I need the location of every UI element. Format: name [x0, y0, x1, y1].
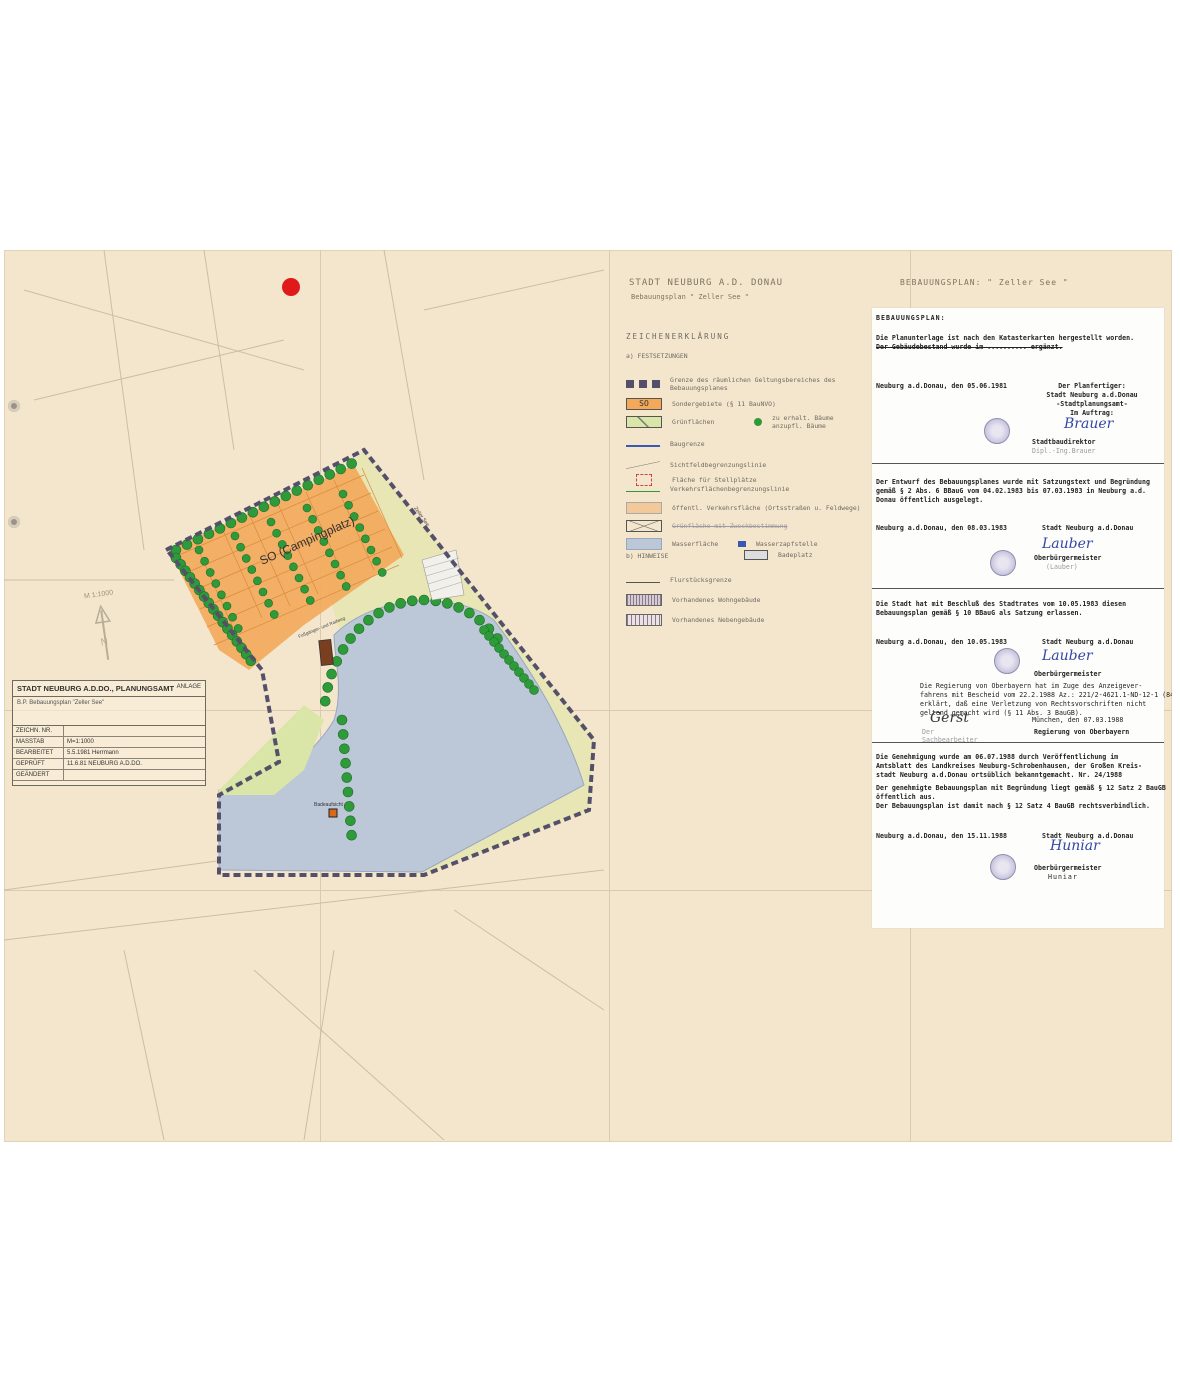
cert-s1-office: -Stadtplanungsamt-: [1056, 400, 1128, 408]
cert-s2-line: Der Entwurf des Bebauungsplanes wurde mi…: [876, 478, 1150, 486]
cert-s2-line: gemäß § 2 Abs. 6 BBauG vom 04.02.1983 bi…: [876, 487, 1146, 495]
legend-item-so: Sondergebiete (§ 11 BauNVO): [672, 400, 776, 408]
title-block-row: GEPRÜFT 11.6.81 NEUBURG A.D.DO.: [13, 759, 205, 770]
legend-item-road: öffentl. Verkehrsfläche (Ortsstraßen u. …: [672, 504, 861, 512]
cert-s4-place: München, den 07.03.1988: [1032, 716, 1124, 724]
north-arrow: M 1:1000 N: [84, 589, 114, 660]
title-block-row: MASSTAB M=1:1000: [13, 737, 205, 748]
title-block-subject: B.P. Bebauungsplan "Zeller See": [13, 697, 205, 726]
scale-note: M 1:1000: [84, 589, 114, 600]
cert-s3-city: Stadt Neuburg a.d.Donau: [1042, 638, 1134, 646]
cert-s5-name: Huniar: [1048, 873, 1078, 881]
cert-s5-line: Der genehmigte Bebauungsplan mit Begründ…: [876, 784, 1166, 792]
legend-trees-plant: anzupfl. Bäume: [772, 422, 826, 430]
legend-item-boundary: Grenze des räumlichen Geltungsbereiches …: [670, 376, 836, 392]
plan-sheet: SO (Campingplatz) Zeller See Fußgänger- …: [4, 250, 1172, 1142]
cert-s1-name: Dipl.-Ing.Brauer: [1032, 447, 1096, 455]
official-seal: [990, 550, 1016, 576]
title-block-value: 5.5.1981 Herrmann: [67, 750, 119, 756]
signature: Lauber: [1042, 536, 1093, 552]
official-seal: [984, 418, 1010, 444]
title-block-key: BEARBEITET: [13, 748, 64, 758]
signature: Gerst: [930, 710, 969, 726]
cert-s4-line: Die Regierung von Oberbayern hat im Zuge…: [920, 682, 1143, 690]
cert-s1-city: Stadt Neuburg a.d.Donau: [1046, 391, 1138, 399]
legend-trees-keep: zu erhalt. Bäume: [772, 414, 834, 422]
red-dot-marker: [282, 278, 300, 296]
legend-item-parcel: Flurstücksgrenze: [670, 576, 732, 584]
cert-s4-authority: Regierung von Oberbayern: [1034, 728, 1130, 736]
title-block-value: [64, 726, 70, 736]
cert-s5-line: Der Bebauungsplan ist damit nach § 12 Sa…: [876, 802, 1150, 810]
cert-s5-line: öffentlich aus.: [876, 793, 936, 801]
legend-item-annex: Vorhandenes Nebengebäude: [672, 616, 765, 624]
title-block-office: STADT NEUBURG A.D.DO., PLANUNGSAMT: [17, 684, 175, 693]
cert-s5-role: Oberbürgermeister: [1034, 864, 1102, 872]
official-seal: [990, 854, 1016, 880]
cert-s2-role: Oberbürgermeister: [1034, 554, 1102, 562]
cert-s3-role: Oberbürgermeister: [1034, 670, 1102, 678]
legend-item-sight: Sichtfeldbegrenzungslinie: [670, 461, 767, 469]
cert-s5-line: Amtsblatt des Landkreises Neuburg-Schrob…: [876, 762, 1142, 770]
cert-s2-name: (Lauber): [1046, 563, 1078, 571]
title-block-value: 11.6.81 NEUBURG A.D.DO.: [67, 761, 142, 767]
header-plan-left: Bebauungsplan " Zeller See ": [631, 293, 750, 301]
title-block-value: [64, 770, 70, 780]
cert-s2-city: Stadt Neuburg a.d.Donau: [1042, 524, 1134, 532]
title-block-key: ZEICHN. NR.: [13, 726, 64, 736]
signature: Lauber: [1042, 648, 1093, 664]
header-plan-right: BEBAUUNGSPLAN: " Zeller See ": [900, 278, 1069, 287]
legend-section-b: b) HINWEISE: [626, 552, 669, 560]
title-block-value: M=1:1000: [67, 739, 94, 745]
cert-s1-title: Stadtbaudirektor: [1032, 438, 1096, 446]
legend-item-house: Vorhandenes Wohngebäude: [672, 596, 761, 604]
title-block-row: BEARBEITET 5.5.1981 Herrmann: [13, 748, 205, 759]
title-block: STADT NEUBURG A.D.DO., PLANUNGSAMT ANLAG…: [12, 680, 206, 786]
legend-so-symbol: SO: [626, 398, 662, 410]
bath-label: Badeaufsicht: [314, 802, 344, 808]
legend-item-parking: Fläche für Stellplätze: [672, 476, 757, 484]
legend-badeplatz: Badeplatz: [778, 551, 813, 559]
cert-s2-line: Donau öffentlich ausgelegt.: [876, 496, 984, 504]
title-block-row: ZEICHN. NR.: [13, 726, 205, 737]
title-block-key: GEPRÜFT: [13, 759, 64, 769]
certification-panel: BEBAUUNGSPLAN: Die Planunterlage ist nac…: [872, 308, 1172, 928]
title-block-anlage: ANLAGE: [176, 684, 201, 690]
legend-item-green: Grünflächen: [672, 418, 715, 426]
signature: Brauer: [1064, 416, 1114, 432]
cert-s3-line: Bebauungsplan gemäß § 10 BBauG als Satzu…: [876, 609, 1083, 617]
legend-title: ZEICHENERKLÄRUNG: [626, 332, 731, 341]
cert-s3-line: Die Stadt hat mit Beschluß des Stadtrate…: [876, 600, 1127, 608]
cert-s1-line: Der Gebäudebestand wurde im .......... e…: [876, 343, 1063, 351]
cert-title: BEBAUUNGSPLAN:: [876, 314, 946, 322]
legend-item-traffic-line: Verkehrsflächenbegrenzungslinie: [670, 485, 790, 493]
cert-s5-line: Die Genehmigung wurde am 06.07.1988 durc…: [876, 753, 1119, 761]
svg-text:N: N: [100, 637, 109, 649]
official-seal: [994, 648, 1020, 674]
cert-s4-line: fahrens mit Bescheid vom 22.2.1988 Az.: …: [920, 691, 1172, 699]
cert-s1-line: Die Planunterlage ist nach den Katasterk…: [876, 334, 1135, 342]
legend-wasserzapfstelle: Wasserzapfstelle: [756, 540, 818, 548]
header-city: STADT NEUBURG A.D. DONAU: [629, 278, 784, 288]
cert-s1-role: Der Planfertiger:: [1058, 382, 1126, 390]
cert-s4-line: erklärt, daß eine Verletzung von Rechtsv…: [920, 700, 1147, 708]
legend-section-a: a) FESTSETZUNGEN: [626, 352, 688, 360]
legend-item-water: Wasserfläche: [672, 540, 719, 548]
title-block-key: GEÄNDERT: [13, 770, 64, 780]
legend-item-baugrenze: Baugrenze: [670, 440, 705, 448]
cert-s5-line: stadt Neuburg a.d.Donau ortsüblich bekan…: [876, 771, 1123, 779]
title-block-key: MASSTAB: [13, 737, 64, 747]
signature: Huniar: [1050, 838, 1100, 854]
title-block-row: GEÄNDERT: [13, 770, 205, 781]
